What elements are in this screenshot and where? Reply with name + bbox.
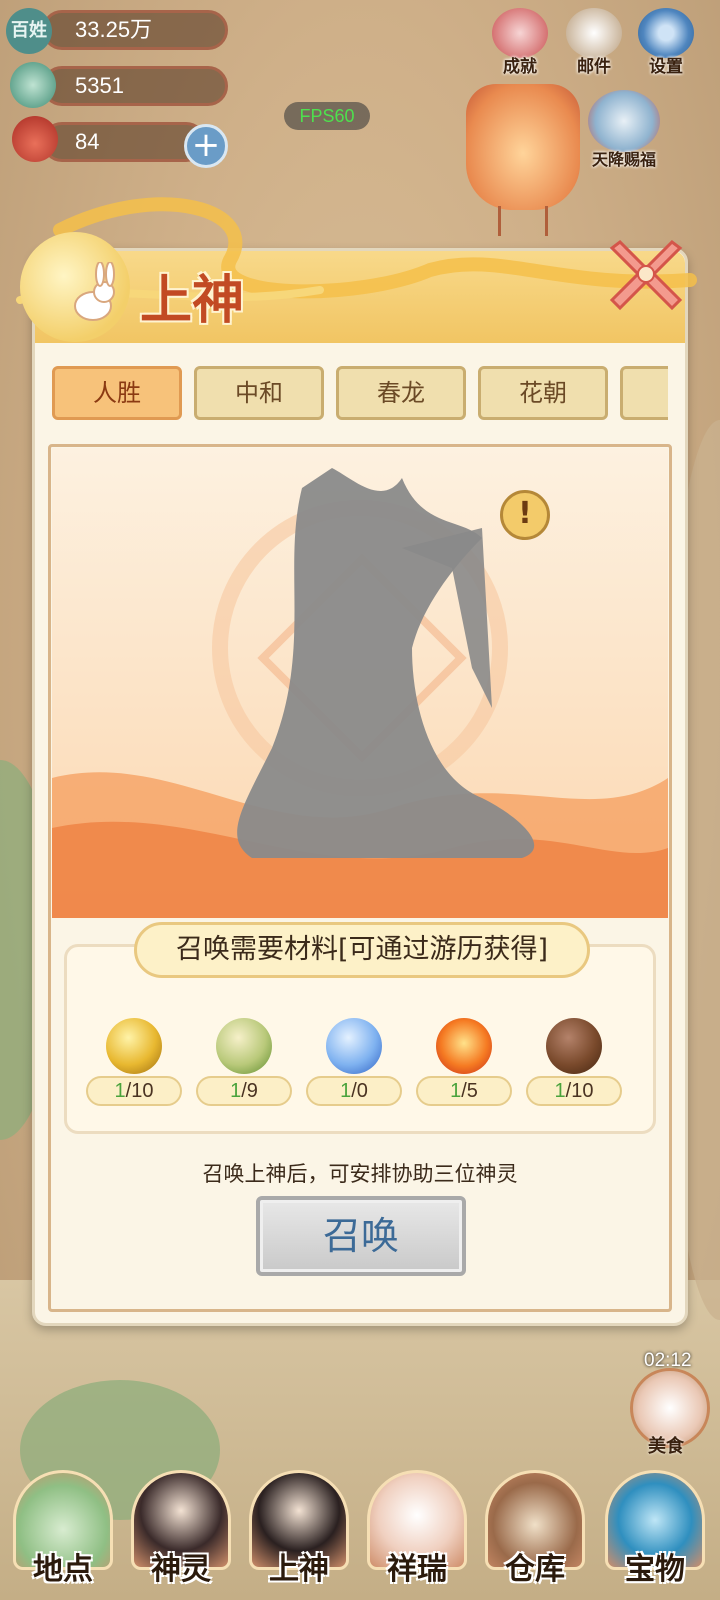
achievement-scroll-icon: [492, 8, 548, 58]
settings-label: 设置: [649, 57, 683, 77]
material-count: 1/10: [526, 1076, 622, 1106]
material-gold[interactable]: 1/10: [86, 1018, 182, 1112]
water-orb-icon: [326, 1018, 382, 1074]
fire-orb-icon: [436, 1018, 492, 1074]
nav-deities[interactable]: 神灵: [126, 1470, 236, 1600]
material-need: /9: [241, 1080, 258, 1102]
nav-shangshen-label: 上神: [269, 1552, 329, 1587]
cloud-blessing-icon: [588, 90, 660, 152]
money-value: 84: [75, 129, 100, 154]
deity-silhouette-art: [52, 448, 668, 918]
population-value: 33.25万: [75, 17, 153, 42]
game-screen: 33.25万 百姓 5351 84 + FPS60 成就 邮件 设置 天降赐福: [0, 0, 720, 1600]
nav-auspicious[interactable]: 祥瑞: [362, 1470, 472, 1600]
tab-rensheng[interactable]: 人胜: [52, 366, 182, 420]
resource-jade: 5351: [42, 66, 228, 106]
nav-locations-label: 地点: [33, 1552, 93, 1587]
material-count: 1/5: [416, 1076, 512, 1106]
nav-warehouse[interactable]: 仓库: [480, 1470, 590, 1600]
nav-deities-label: 神灵: [151, 1552, 211, 1587]
nav-auspicious-label: 祥瑞: [387, 1552, 447, 1587]
mail-icon: [566, 8, 622, 58]
material-need: /10: [565, 1080, 594, 1102]
wood-orb-icon: [216, 1018, 272, 1074]
category-tabs: 人胜 中和 春龙 花朝: [52, 366, 668, 422]
nav-treasure-label: 宝物: [625, 1552, 685, 1587]
material-need: /10: [125, 1080, 154, 1102]
dialog-title: 上神: [140, 270, 245, 331]
nav-warehouse-label: 仓库: [505, 1552, 565, 1587]
settings-button[interactable]: 设置: [636, 8, 696, 77]
money-bag-icon: [12, 116, 58, 162]
gear-icon: [638, 8, 694, 58]
material-count: 1/0: [306, 1076, 402, 1106]
resource-population: 33.25万: [42, 10, 228, 50]
rabbit-icon: [74, 262, 115, 321]
jade-value: 5351: [75, 73, 124, 98]
achievement-label: 成就: [503, 57, 537, 77]
material-wood[interactable]: 1/9: [196, 1018, 292, 1112]
gold-orb-icon: [106, 1018, 162, 1074]
summon-hint: 召唤上神后，可安排协助三位神灵: [202, 1162, 518, 1186]
jade-icon: [10, 62, 56, 108]
achievement-button[interactable]: 成就: [490, 8, 550, 77]
add-money-button[interactable]: +: [184, 124, 228, 168]
material-have: 1: [230, 1080, 242, 1102]
tab-next-partial[interactable]: [620, 366, 668, 420]
material-have: 1: [450, 1080, 462, 1102]
material-count: 1/9: [196, 1076, 292, 1106]
material-water[interactable]: 1/0: [306, 1018, 402, 1112]
blessing-event-label: 天降赐福: [591, 150, 656, 169]
close-button[interactable]: [604, 232, 688, 316]
material-count: 1/10: [86, 1076, 182, 1106]
tab-zhonghe[interactable]: 中和: [194, 366, 324, 420]
nav-shangshen[interactable]: 上神: [244, 1470, 354, 1600]
earth-orb-icon: [546, 1018, 602, 1074]
tab-huazhao[interactable]: 花朝: [478, 366, 608, 420]
material-need: /0: [351, 1080, 368, 1102]
nav-locations[interactable]: 地点: [8, 1470, 118, 1600]
materials-title: 召唤需要材料[可通过游历获得]: [134, 922, 590, 978]
material-have: 1: [114, 1080, 126, 1102]
bottom-navigation: 地点 神灵 上神 祥瑞 仓库 宝物: [0, 1450, 720, 1600]
tab-chunlong[interactable]: 春龙: [336, 366, 466, 420]
material-need: /5: [461, 1080, 478, 1102]
resource-money: 84: [42, 122, 206, 162]
material-fire[interactable]: 1/5: [416, 1018, 512, 1112]
material-earth[interactable]: 1/10: [526, 1018, 622, 1112]
info-alert-button[interactable]: !: [500, 490, 550, 540]
mail-label: 邮件: [577, 57, 611, 77]
material-have: 1: [340, 1080, 352, 1102]
nav-treasure[interactable]: 宝物: [598, 1470, 712, 1600]
blessing-event-button[interactable]: 天降赐福: [584, 90, 664, 169]
population-icon: 百姓: [6, 8, 52, 54]
mail-button[interactable]: 邮件: [564, 8, 624, 77]
material-have: 1: [554, 1080, 566, 1102]
fps-counter: FPS60: [284, 102, 370, 130]
summon-button[interactable]: 召唤: [256, 1196, 466, 1276]
